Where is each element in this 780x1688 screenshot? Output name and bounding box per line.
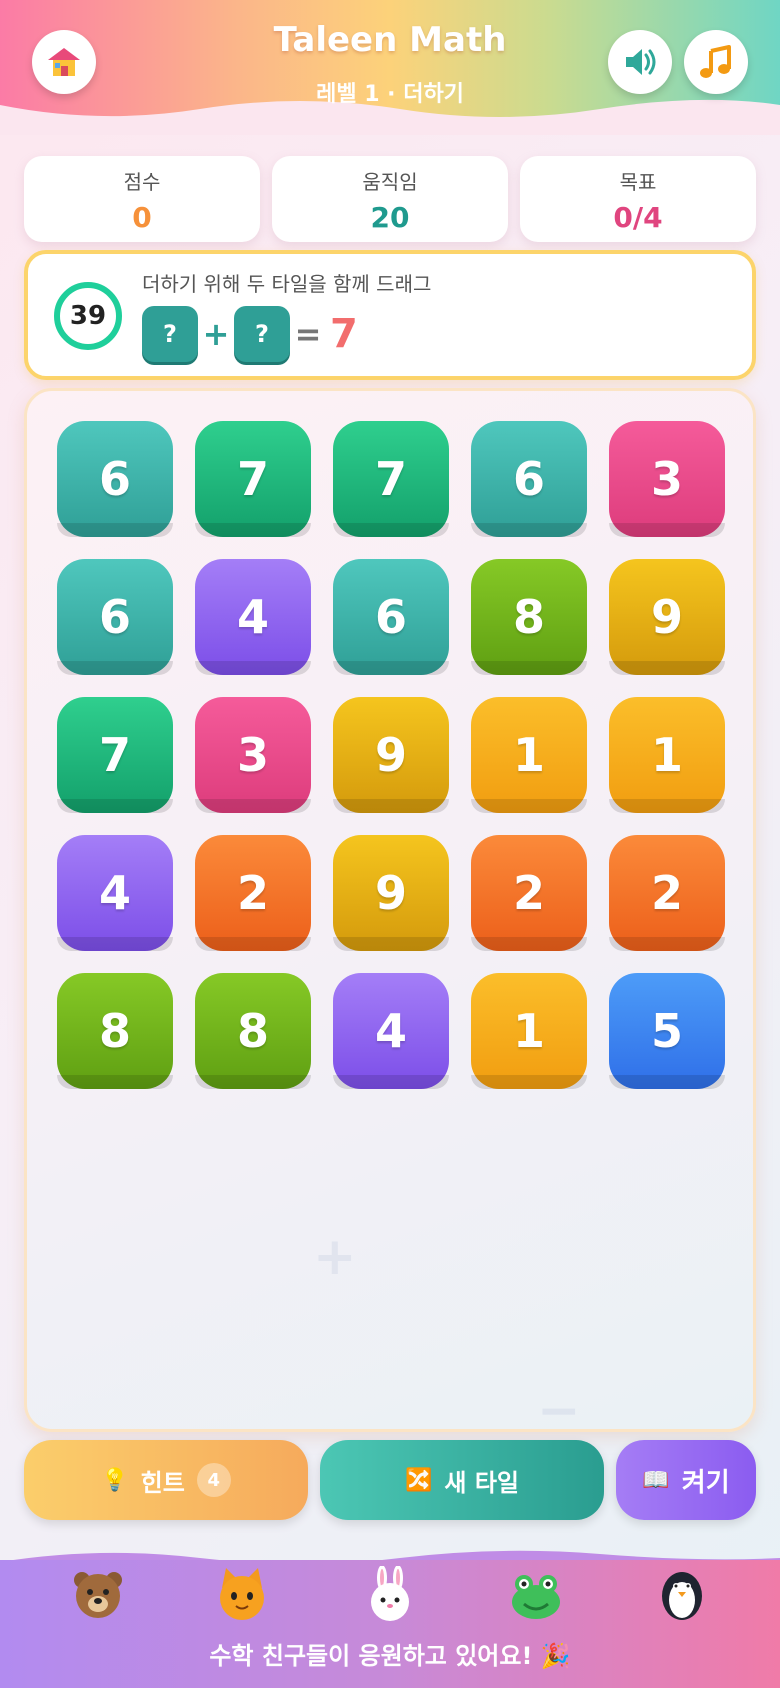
number-tile[interactable]: 3 xyxy=(195,697,311,813)
lightbulb-icon: 💡 xyxy=(101,1467,129,1493)
sound-toggle-button[interactable] xyxy=(608,30,672,94)
score-card: 점수 0 xyxy=(24,156,260,242)
timer-ring: 39 xyxy=(54,282,122,350)
number-tile[interactable]: 8 xyxy=(471,559,587,675)
moves-label: 움직임 xyxy=(362,170,418,194)
number-tile[interactable]: 4 xyxy=(57,835,173,951)
number-tile[interactable]: 6 xyxy=(57,559,173,675)
target-panel: 39 더하기 위해 두 타일을 함께 드래그 ? + ? = 7 xyxy=(24,250,756,380)
number-tile[interactable]: 4 xyxy=(195,559,311,675)
number-tile[interactable]: 1 xyxy=(609,697,725,813)
tile-board: + − 6776364689739114292288415 xyxy=(24,388,756,1441)
equals-sign: = xyxy=(294,315,322,353)
shuffle-icon: 🔀 xyxy=(404,1467,433,1493)
board-decoration-minus: − xyxy=(537,1381,581,1441)
speaker-icon xyxy=(626,49,656,75)
toggle-label: 켜기 xyxy=(681,1467,730,1498)
number-tile[interactable]: 2 xyxy=(195,835,311,951)
number-tile[interactable]: 8 xyxy=(57,973,173,1089)
instruction-text: 더하기 위해 두 타일을 함께 드래그 xyxy=(142,272,432,296)
number-tile[interactable]: 7 xyxy=(195,421,311,537)
music-note-icon xyxy=(700,45,731,78)
score-value: 0 xyxy=(132,201,152,234)
moves-card: 움직임 20 xyxy=(272,156,508,242)
frog-icon[interactable] xyxy=(508,1566,564,1622)
bunny-icon[interactable] xyxy=(362,1566,418,1622)
music-toggle-button[interactable] xyxy=(684,30,748,94)
equation-slot-a[interactable]: ? xyxy=(142,306,198,362)
number-tile[interactable]: 6 xyxy=(471,421,587,537)
number-tile[interactable]: 6 xyxy=(57,421,173,537)
new-tiles-label: 새 타일 xyxy=(444,1468,519,1497)
number-tile[interactable]: 7 xyxy=(333,421,449,537)
number-tile[interactable]: 5 xyxy=(609,973,725,1089)
moves-value: 20 xyxy=(370,201,410,234)
number-tile[interactable]: 6 xyxy=(333,559,449,675)
number-tile[interactable]: 2 xyxy=(471,835,587,951)
board-decoration-plus: + xyxy=(313,1227,357,1287)
toggle-on-button[interactable]: 📖 켜기 xyxy=(616,1440,756,1520)
number-tile[interactable]: 4 xyxy=(333,973,449,1089)
goal-label: 목표 xyxy=(619,170,657,194)
new-tiles-button[interactable]: 🔀 새 타일 xyxy=(320,1440,604,1520)
number-tile[interactable]: 1 xyxy=(471,973,587,1089)
score-label: 점수 xyxy=(123,170,161,194)
book-icon: 📖 xyxy=(642,1467,670,1493)
cheer-message: 수학 친구들이 응원하고 있어요! 🎉 xyxy=(209,1642,571,1670)
cat-icon[interactable] xyxy=(214,1566,270,1622)
equation-slot-b[interactable]: ? xyxy=(234,306,290,362)
hint-label: 힌트 xyxy=(140,1468,185,1497)
hint-button[interactable]: 💡 힌트 4 xyxy=(24,1440,308,1520)
equation-row: ? + ? = 7 xyxy=(142,306,358,362)
number-tile[interactable]: 2 xyxy=(609,835,725,951)
number-tile[interactable]: 9 xyxy=(333,697,449,813)
number-tile[interactable]: 1 xyxy=(471,697,587,813)
goal-card: 목표 0/4 xyxy=(520,156,756,242)
bear-icon[interactable] xyxy=(70,1566,126,1622)
number-tile[interactable]: 9 xyxy=(609,559,725,675)
number-tile[interactable]: 8 xyxy=(195,973,311,1089)
penguin-icon[interactable] xyxy=(654,1566,710,1622)
goal-value: 0/4 xyxy=(613,201,663,234)
plus-operator: + xyxy=(202,315,230,353)
number-tile[interactable]: 3 xyxy=(609,421,725,537)
number-tile[interactable]: 7 xyxy=(57,697,173,813)
target-number: 7 xyxy=(330,311,358,357)
hint-count-badge: 4 xyxy=(196,1463,231,1497)
number-tile[interactable]: 9 xyxy=(333,835,449,951)
